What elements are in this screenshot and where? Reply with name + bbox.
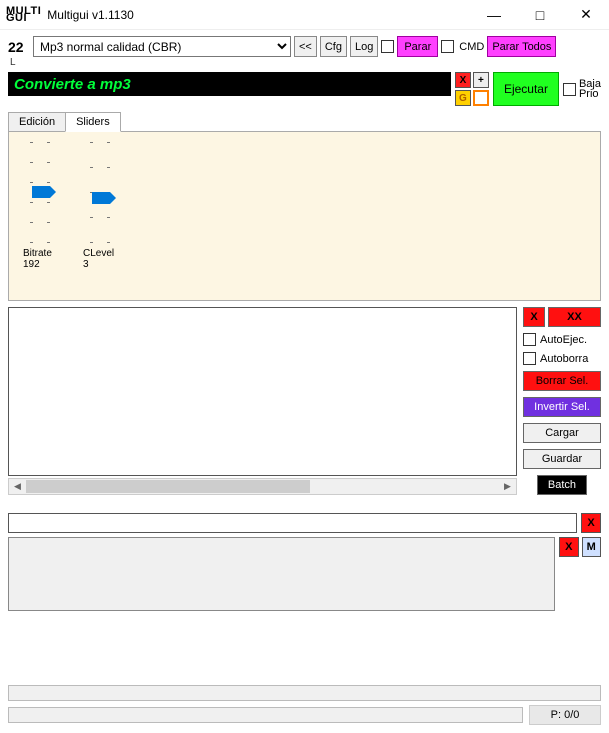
guardar-button[interactable]: Guardar — [523, 449, 601, 469]
titlebar: MULTI GUI Multigui v1.1130 — □ ✕ — [0, 0, 609, 30]
bitrate-slider[interactable]: Bitrate 192 — [23, 142, 57, 270]
tab-edicion[interactable]: Edición — [8, 112, 66, 131]
scroll-left-icon[interactable]: ◀ — [9, 479, 26, 494]
bitrate-value: 192 — [23, 259, 40, 270]
cargar-button[interactable]: Cargar — [523, 423, 601, 443]
cmd-checkbox[interactable] — [441, 40, 454, 53]
bottom-bars: P: 0/0 — [8, 685, 601, 725]
mini-buttons: X + G — [455, 72, 489, 106]
parar-button[interactable]: Parar — [397, 36, 438, 57]
tabs: Edición Sliders — [8, 112, 601, 301]
clevel-value: 3 — [83, 259, 89, 270]
output-m-button[interactable]: M — [582, 537, 602, 557]
minimize-button[interactable]: — — [471, 0, 517, 30]
side-x-button[interactable]: X — [523, 307, 545, 327]
borrar-sel-button[interactable]: Borrar Sel. — [523, 371, 601, 391]
path-input[interactable] — [8, 513, 577, 533]
input-x-button[interactable]: X — [581, 513, 601, 533]
scroll-thumb[interactable] — [26, 480, 310, 493]
clevel-label: CLevel — [83, 248, 114, 259]
clevel-slider[interactable]: CLevel 3 — [83, 142, 117, 270]
close-button[interactable]: ✕ — [563, 0, 609, 30]
invertir-sel-button[interactable]: Invertir Sel. — [523, 397, 601, 417]
bitrate-thumb[interactable] — [32, 186, 50, 198]
autoejec-label: AutoEjec. — [540, 334, 587, 346]
mini-x-button[interactable]: X — [455, 72, 471, 88]
log-checkbox[interactable] — [381, 40, 394, 53]
status-banner: Convierte a mp3 — [8, 72, 451, 96]
app-logo: MULTI GUI — [6, 8, 41, 22]
window-title: Multigui v1.1130 — [47, 8, 134, 22]
main-area: ◀ ▶ X XX AutoEjec. Autoborra Borrar Sel.… — [8, 307, 601, 495]
progress-bar-2 — [8, 707, 523, 723]
baja-prio-checkbox[interactable] — [563, 83, 576, 96]
preset-select[interactable]: Mp3 normal calidad (CBR) — [33, 36, 291, 57]
autoborra-checkbox[interactable] — [523, 352, 536, 365]
side-xx-button[interactable]: XX — [548, 307, 601, 327]
mini-plus-button[interactable]: + — [473, 72, 489, 88]
tab-sliders[interactable]: Sliders — [65, 112, 121, 132]
sliders-pane: Bitrate 192 CLevel — [8, 131, 601, 301]
output-textarea[interactable] — [8, 537, 555, 611]
cmd-label: CMD — [459, 41, 484, 53]
file-list[interactable] — [8, 307, 517, 476]
side-panel: X XX AutoEjec. Autoborra Borrar Sel. Inv… — [523, 307, 601, 495]
parar-todos-button[interactable]: Parar Todos — [487, 36, 556, 57]
scroll-right-icon[interactable]: ▶ — [499, 479, 516, 494]
mini-square-button[interactable] — [473, 90, 489, 106]
progress-bar-1 — [8, 685, 601, 701]
banner-row: Convierte a mp3 X + G Ejecutar Baja Prio — [8, 72, 601, 106]
baja-label-2: Prio — [579, 89, 601, 99]
autoborra-label: Autoborra — [540, 353, 588, 365]
maximize-button[interactable]: □ — [517, 0, 563, 30]
bitrate-label: Bitrate — [23, 248, 52, 259]
output-x-button[interactable]: X — [559, 537, 579, 557]
back-button[interactable]: << — [294, 36, 317, 57]
preset-count: 22 — [8, 39, 28, 55]
mini-g-button[interactable]: G — [455, 90, 471, 106]
clevel-thumb[interactable] — [92, 192, 110, 204]
baja-prio: Baja Prio — [563, 72, 601, 106]
batch-button[interactable]: Batch — [537, 475, 587, 495]
h-scrollbar[interactable]: ◀ ▶ — [8, 478, 517, 495]
input-row-1: X — [8, 513, 601, 533]
count-sub: L — [10, 57, 601, 68]
autoejec-checkbox[interactable] — [523, 333, 536, 346]
progress-count: P: 0/0 — [529, 705, 601, 725]
output-row: X M — [8, 537, 601, 611]
toolbar: 22 Mp3 normal calidad (CBR) << Cfg Log P… — [8, 36, 601, 57]
log-button[interactable]: Log — [350, 36, 378, 57]
cfg-button[interactable]: Cfg — [320, 36, 347, 57]
ejecutar-button[interactable]: Ejecutar — [493, 72, 559, 106]
